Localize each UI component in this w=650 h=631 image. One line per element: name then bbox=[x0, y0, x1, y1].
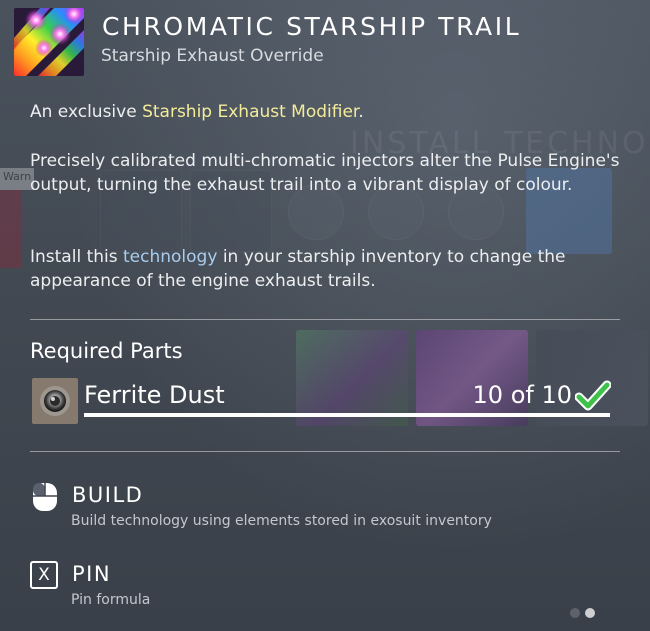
pin-label: PIN bbox=[72, 562, 112, 586]
background-red-slot bbox=[0, 190, 22, 268]
background-gradient bbox=[0, 0, 650, 631]
required-part-name: Ferrite Dust bbox=[84, 381, 225, 409]
required-part-progress-bar bbox=[84, 413, 610, 417]
page-dot-active[interactable] bbox=[585, 608, 595, 618]
description-body: Precisely calibrated multi-chromatic inj… bbox=[30, 151, 620, 195]
build-action[interactable]: BUILD Build technology using elements st… bbox=[30, 480, 590, 532]
description-intro-highlight: Starship Exhaust Modifier bbox=[142, 102, 359, 122]
game-background: INSTALL TECHNOLOGY Warn bbox=[0, 0, 650, 631]
required-part-count: 10 of 10 bbox=[472, 381, 572, 409]
background-warning-tab: Warn bbox=[0, 168, 34, 190]
mouse-hold-icon bbox=[30, 482, 60, 512]
item-title: CHROMATIC STARSHIP TRAIL bbox=[102, 12, 522, 41]
pin-action[interactable]: X PIN Pin formula bbox=[30, 559, 590, 611]
rainbow-exhaust-icon bbox=[14, 8, 84, 76]
description-intro-prefix: An exclusive bbox=[30, 102, 143, 122]
required-parts-heading: Required Parts bbox=[30, 339, 183, 363]
page-indicator bbox=[570, 608, 600, 620]
divider bbox=[30, 451, 620, 452]
description-intro: An exclusive Starship Exhaust Modifier. bbox=[30, 100, 620, 124]
pin-description: Pin formula bbox=[71, 592, 151, 608]
x-key-icon: X bbox=[30, 561, 58, 589]
required-part-row: Ferrite Dust 10 of 10 bbox=[32, 378, 612, 424]
page-dot[interactable] bbox=[570, 608, 580, 618]
divider bbox=[30, 319, 620, 320]
ferrite-dust-icon bbox=[32, 378, 78, 424]
description-install: Install this technology in your starship… bbox=[30, 245, 620, 293]
checkmark-icon bbox=[574, 379, 612, 413]
description-install-prefix: Install this bbox=[30, 247, 124, 267]
build-label: BUILD bbox=[72, 483, 144, 507]
technology-link[interactable]: technology bbox=[123, 247, 217, 267]
description-intro-suffix: . bbox=[358, 102, 364, 122]
build-description: Build technology using elements stored i… bbox=[71, 513, 492, 529]
item-subtitle: Starship Exhaust Override bbox=[101, 46, 324, 66]
